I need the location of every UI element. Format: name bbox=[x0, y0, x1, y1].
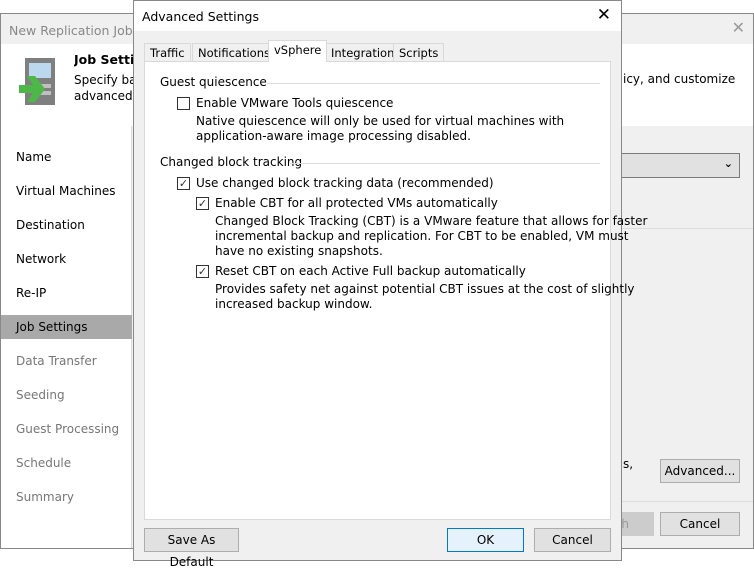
header-title: Job Settings bbox=[74, 52, 134, 67]
sidebar-item-seeding: Seeding bbox=[16, 388, 65, 402]
sidebar-item-guest-processing: Guest Processing bbox=[16, 422, 120, 436]
sidebar-item-virtual-machines[interactable]: Virtual Machines bbox=[1, 179, 132, 203]
wizard-steps: Name Virtual Machines Destination Network Re… bbox=[1, 126, 132, 548]
reset-cbt-description: Provides safety net against potential CB… bbox=[215, 282, 635, 311]
divider bbox=[622, 501, 753, 502]
reset-cbt-checkbox[interactable]: ✓ bbox=[196, 265, 209, 278]
vmware-tools-quiescence-label: Enable VMware Tools quiescence bbox=[196, 96, 394, 110]
header-description-right: icy, and customize bbox=[623, 72, 736, 86]
chevron-down-icon: ⌄ bbox=[723, 157, 733, 170]
vsphere-panel: Guest quiescence Enable VMware Tools qui… bbox=[144, 61, 647, 520]
quiescence-description: Native quiescence will only be used for … bbox=[196, 114, 565, 143]
divider bbox=[290, 163, 600, 164]
enable-cbt-description: Changed Block Tracking (CBT) is a VMware… bbox=[215, 214, 648, 258]
tab-traffic[interactable]: Traffic bbox=[144, 43, 191, 62]
tab-notifications[interactable]: Notifications bbox=[192, 43, 276, 62]
vmware-tools-quiescence-checkbox[interactable] bbox=[177, 97, 190, 110]
sidebar-item-summary: Summary bbox=[16, 490, 74, 504]
save-as-default-button[interactable]: Save As Default bbox=[144, 528, 239, 569]
sidebar-item-network[interactable]: Network bbox=[1, 247, 132, 271]
cancel-button[interactable]: Cancel bbox=[534, 528, 611, 552]
sidebar-item-destination[interactable]: Destination bbox=[1, 213, 132, 237]
job-settings-icon bbox=[19, 58, 55, 105]
sidebar-item-schedule: Schedule bbox=[16, 456, 72, 470]
sidebar-item-re-ip[interactable]: Re-IP bbox=[1, 281, 132, 305]
reset-cbt-label: Reset CBT on each Active Full backup aut… bbox=[215, 264, 526, 278]
advanced-settings-dialog: Advanced Settings ✕ Traffic Notification… bbox=[133, 0, 647, 569]
guest-quiescence-heading: Guest quiescence bbox=[160, 75, 267, 89]
window-title: New Replication Job bbox=[9, 23, 133, 38]
tab-vsphere[interactable]: vSphere bbox=[268, 40, 328, 62]
cbt-heading: Changed block tracking bbox=[160, 155, 303, 169]
close-icon[interactable]: ✕ bbox=[597, 5, 611, 25]
title-bar: Advanced Settings ✕ bbox=[134, 1, 621, 31]
dropdown[interactable]: ⌄ bbox=[621, 153, 740, 178]
tab-integration[interactable]: Integration bbox=[325, 43, 401, 62]
sidebar-item-data-transfer: Data Transfer bbox=[16, 354, 97, 368]
use-cbt-checkbox[interactable]: ✓ bbox=[177, 177, 190, 190]
tab-scripts[interactable]: Scripts bbox=[393, 43, 445, 62]
cancel-button[interactable]: Cancel bbox=[660, 512, 740, 536]
dialog-title: Advanced Settings bbox=[142, 9, 259, 24]
ok-button[interactable]: OK bbox=[447, 528, 524, 552]
sidebar-item-name[interactable]: Name bbox=[1, 145, 132, 169]
enable-cbt-label: Enable CBT for all protected VMs automat… bbox=[215, 196, 498, 210]
enable-cbt-checkbox[interactable]: ✓ bbox=[196, 197, 209, 210]
divider bbox=[267, 83, 600, 84]
advanced-button[interactable]: Advanced... bbox=[660, 459, 740, 483]
close-icon[interactable]: ✕ bbox=[732, 18, 745, 37]
sidebar-item-job-settings[interactable]: Job Settings bbox=[1, 315, 132, 339]
use-cbt-label: Use changed block tracking data (recomme… bbox=[196, 176, 494, 190]
partial-text: s, bbox=[623, 457, 634, 471]
header-description: Specify backup advanced job bbox=[74, 73, 134, 103]
